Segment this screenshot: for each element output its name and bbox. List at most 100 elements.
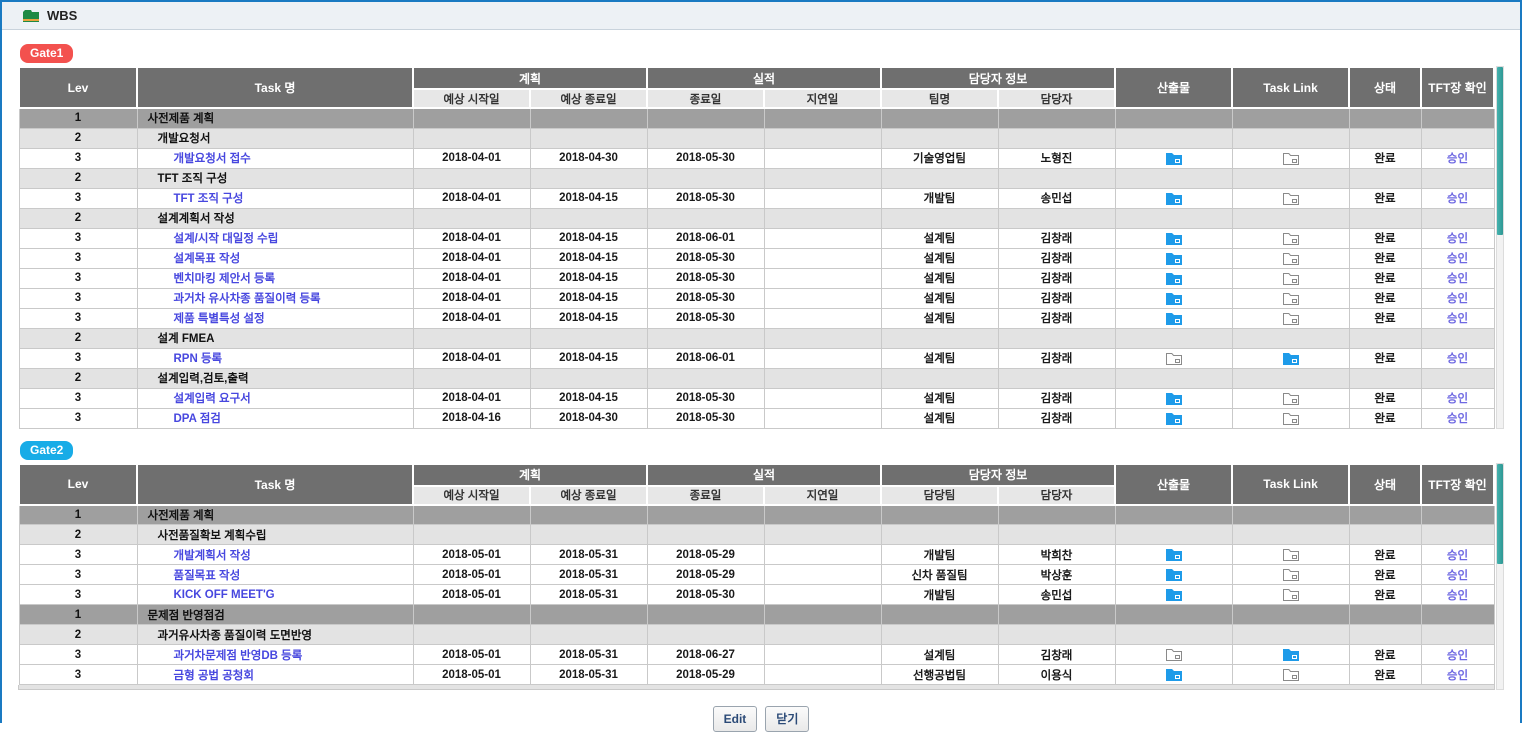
approve-link[interactable]: 승인 [1447,413,1468,425]
tft-confirm-cell [1421,208,1494,228]
actual-end-cell: 2018-05-30 [647,585,764,605]
deliverable-folder-icon[interactable] [1166,412,1182,425]
status-cell: 완료 [1349,268,1421,288]
task-group-name: 개발요청서 [158,133,211,145]
task-row: 3벤치마킹 제안서 등록2018-04-012018-04-152018-05-… [19,268,1494,288]
folder-outline-icon[interactable] [1283,232,1299,245]
status-cell: 완료 [1349,308,1421,328]
folder-outline-icon[interactable] [1283,548,1299,561]
deliverable-folder-icon[interactable] [1283,352,1299,365]
deliverable-folder-icon[interactable] [1283,648,1299,661]
approve-link[interactable]: 승인 [1447,313,1468,325]
task-name-link[interactable]: 설계/시작 대일정 수립 [174,233,279,245]
task-name-link[interactable]: KICK OFF MEET'G [174,589,275,601]
deliverable-folder-icon[interactable] [1166,392,1182,405]
deliverable-folder-icon[interactable] [1166,548,1182,561]
folder-outline-icon[interactable] [1283,312,1299,325]
gate2-scrollbar-thumb[interactable] [1497,464,1503,564]
col-header-lev: Lev [19,67,137,108]
task-cell: 사전제품 계획 [137,505,413,525]
folder-outline-icon[interactable] [1283,292,1299,305]
lev-cell: 3 [19,388,137,408]
task-name-link[interactable]: 과거차문제점 반영DB 등록 [174,650,303,662]
folder-outline-icon[interactable] [1283,588,1299,601]
deliverable-folder-icon[interactable] [1166,312,1182,325]
folder-outline-icon[interactable] [1283,392,1299,405]
approve-link[interactable]: 승인 [1447,193,1468,205]
actual-end-cell: 2018-05-29 [647,545,764,565]
lev-cell: 3 [19,288,137,308]
approve-link[interactable]: 승인 [1447,353,1468,365]
deliverable-folder-icon[interactable] [1166,568,1182,581]
folder-outline-icon[interactable] [1283,252,1299,265]
actual-end-cell: 2018-06-01 [647,228,764,248]
team-cell: 기술영업팀 [881,148,998,168]
task-link-cell [1232,288,1349,308]
folder-outline-icon[interactable] [1166,648,1182,661]
task-link-cell [1232,228,1349,248]
folder-outline-icon[interactable] [1283,272,1299,285]
approve-link[interactable]: 승인 [1447,670,1468,682]
approve-link[interactable]: 승인 [1447,253,1468,265]
task-row: 2사전품질확보 계획수립 [19,525,1494,545]
owner-cell [998,168,1115,188]
task-name-link[interactable]: 설계입력 요구서 [174,393,251,405]
task-name-link[interactable]: RPN 등록 [174,353,223,365]
gate2-scrollbar[interactable] [1496,463,1504,691]
delay-cell [764,408,881,428]
gate1-scrollbar-thumb[interactable] [1497,67,1503,235]
task-name-link[interactable]: TFT 조직 구성 [174,193,244,205]
deliverable-folder-icon[interactable] [1166,292,1182,305]
approve-link[interactable]: 승인 [1447,590,1468,602]
deliverable-folder-icon[interactable] [1166,192,1182,205]
owner-cell [998,605,1115,625]
folder-outline-icon[interactable] [1283,668,1299,681]
approve-link[interactable]: 승인 [1447,393,1468,405]
task-name-link[interactable]: 벤치마킹 제안서 등록 [174,273,276,285]
deliverable-folder-icon[interactable] [1166,232,1182,245]
task-name-link[interactable]: 설계목표 작성 [174,253,241,265]
task-name-link[interactable]: 과거차 유사차종 품질이력 등록 [174,293,321,305]
approve-link[interactable]: 승인 [1447,273,1468,285]
task-name-link[interactable]: DPA 점검 [174,413,221,425]
plan-end-cell [530,128,647,148]
gate2-badge: Gate2 [20,441,73,460]
status-cell [1349,525,1421,545]
deliverable-folder-icon[interactable] [1166,252,1182,265]
owner-cell: 김창래 [998,645,1115,665]
deliverable-folder-icon[interactable] [1166,152,1182,165]
gate1-scrollbar[interactable] [1496,66,1504,429]
folder-outline-icon[interactable] [1283,152,1299,165]
plan-end-cell [530,505,647,525]
delay-cell [764,188,881,208]
task-name-link[interactable]: 금형 공법 공청회 [174,670,254,682]
approve-link[interactable]: 승인 [1447,153,1468,165]
task-name-link[interactable]: 제품 특별특성 설정 [174,313,265,325]
approve-link[interactable]: 승인 [1447,650,1468,662]
folder-outline-icon[interactable] [1283,412,1299,425]
plan-start-cell [413,625,530,645]
deliverable-folder-icon[interactable] [1166,588,1182,601]
approve-link[interactable]: 승인 [1447,550,1468,562]
task-name-link[interactable]: 품질목표 작성 [174,570,241,582]
task-name-link[interactable]: 개발요청서 접수 [174,153,251,165]
task-cell: 문제점 반영점검 [137,605,413,625]
task-group-name: 설계 FMEA [158,333,215,345]
plan-end-cell: 2018-05-31 [530,665,647,685]
col-header-plan: 계획 [413,67,647,89]
task-name-link[interactable]: 개발계획서 작성 [174,550,251,562]
approve-link[interactable]: 승인 [1447,233,1468,245]
status-cell [1349,328,1421,348]
deliverable-folder-icon[interactable] [1166,272,1182,285]
plan-start-cell: 2018-04-01 [413,228,530,248]
close-button[interactable]: 닫기 [765,706,809,732]
approve-link[interactable]: 승인 [1447,570,1468,582]
approve-link[interactable]: 승인 [1447,293,1468,305]
edit-button[interactable]: Edit [713,706,758,732]
deliverable-folder-icon[interactable] [1166,668,1182,681]
folder-outline-icon[interactable] [1283,568,1299,581]
folder-outline-icon[interactable] [1283,192,1299,205]
folder-outline-icon[interactable] [1166,352,1182,365]
task-cell: 품질목표 작성 [137,565,413,585]
status-cell: 완료 [1349,645,1421,665]
